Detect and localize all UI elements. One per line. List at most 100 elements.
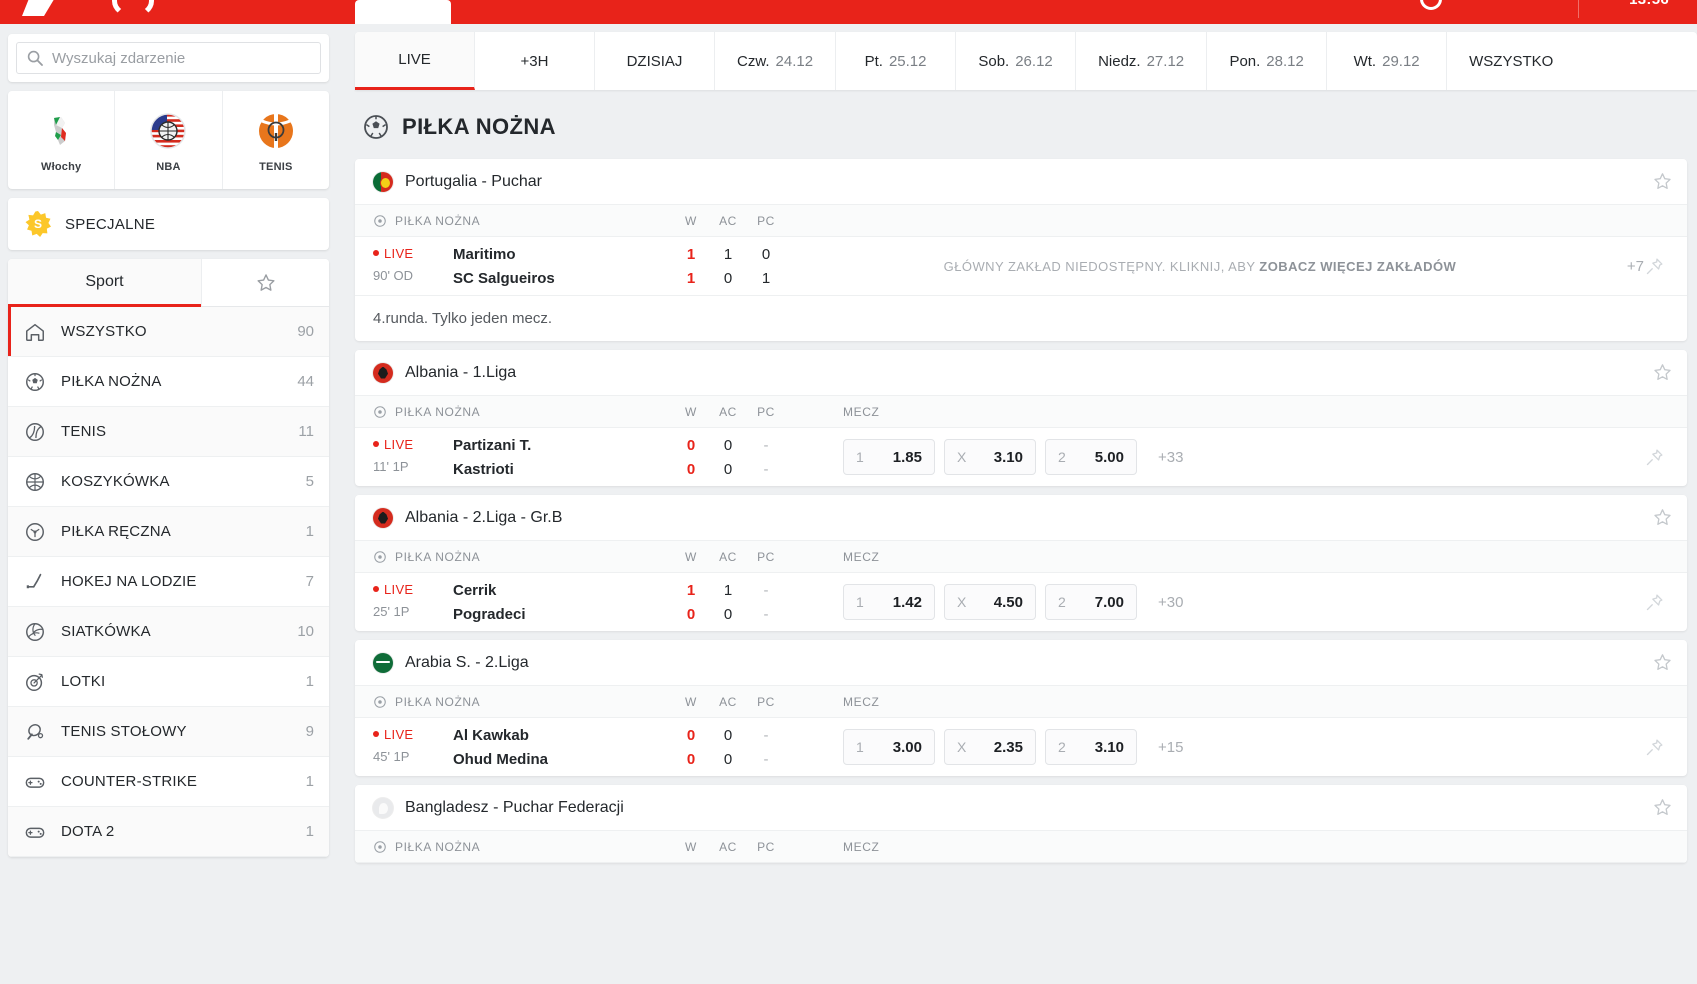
favourite-star-icon[interactable] xyxy=(1652,171,1673,192)
league-header[interactable]: Portugalia - Puchar xyxy=(355,159,1687,204)
page-title: PIŁKA NOŻNA xyxy=(402,114,556,139)
odd-key: X xyxy=(957,594,967,610)
market-unavailable-notice[interactable]: GŁÓWNY ZAKŁAD NIEDOSTĘPNY. KLIKNIJ, ABY … xyxy=(785,259,1615,274)
tab-pt-[interactable]: Pt. 25.12 xyxy=(836,32,957,90)
sidebar-item-counter-strike[interactable]: COUNTER-STRIKE 1 xyxy=(8,757,329,807)
league-block: Bangladesz - Puchar Federacji PIŁKA NOŻNA… xyxy=(355,785,1687,863)
sidebar-item-count: 1 xyxy=(305,523,314,540)
favourite-star-icon[interactable] xyxy=(1652,507,1673,528)
search-input[interactable] xyxy=(52,49,310,67)
match-row[interactable]: LIVE 11' 1P Partizani T. Kastrioti 0 0 0 0- -1 1.… xyxy=(355,428,1687,486)
odd-button[interactable]: 1 1.85 xyxy=(843,439,935,475)
sidebar-item-pi-ka-r-czna[interactable]: PIŁKA RĘCZNA 1 xyxy=(8,507,329,557)
odd-button[interactable]: X 3.10 xyxy=(944,439,1036,475)
more-markets-count[interactable]: +33 xyxy=(1158,449,1183,466)
odd-button[interactable]: X 2.35 xyxy=(944,729,1036,765)
odds-group: 1 1.42 X 4.50 2 7.00 +30 xyxy=(785,584,1183,620)
sidebar-item-dota-2[interactable]: DOTA 2 1 xyxy=(8,807,329,857)
volleyball-icon xyxy=(24,621,48,643)
league-header[interactable]: Arabia S. - 2.Liga xyxy=(355,640,1687,685)
team-names: Cerrik Pogradeci xyxy=(453,582,526,623)
tab-pon-[interactable]: Pon. 28.12 xyxy=(1207,32,1328,90)
quick-link-italy[interactable]: Włochy xyxy=(8,91,116,189)
sidebar-item-tenis-sto-owy[interactable]: TENIS STOŁOWY 9 xyxy=(8,707,329,757)
sidebar-tabs: Sport xyxy=(8,259,329,307)
tab-wszystko[interactable]: WSZYSTKO xyxy=(1447,32,1575,90)
sidebar-item-label: SIATKÓWKA xyxy=(61,623,151,640)
brand-logo-icon xyxy=(22,0,62,16)
column-pc: PC xyxy=(757,404,775,419)
sidebar-item-label: KOSZYKÓWKA xyxy=(61,473,170,490)
tab-czw-[interactable]: Czw. 24.12 xyxy=(715,32,837,90)
odd-button[interactable]: 2 7.00 xyxy=(1045,584,1137,620)
more-markets-count[interactable]: +15 xyxy=(1158,739,1183,756)
odds-group: 1 3.00 X 2.35 2 3.10 +15 xyxy=(785,729,1183,765)
odd-value: 7.00 xyxy=(1094,593,1124,611)
odd-button[interactable]: 2 3.10 xyxy=(1045,729,1137,765)
tab-sport[interactable]: Sport xyxy=(8,259,201,307)
sidebar-item-tenis[interactable]: TENIS 11 xyxy=(8,407,329,457)
sidebar-item-lotki[interactable]: LOTKI 1 xyxy=(8,657,329,707)
odd-button[interactable]: 1 1.42 xyxy=(843,584,935,620)
day-tab-label: +3H xyxy=(520,52,549,70)
pin-icon[interactable] xyxy=(1644,447,1665,468)
favourite-star-icon[interactable] xyxy=(1652,362,1673,383)
sidebar-item-hokej-na-lodzie[interactable]: HOKEJ NA LODZIE 7 xyxy=(8,557,329,607)
team-names: Partizani T. Kastrioti xyxy=(453,437,531,478)
live-badge: LIVE xyxy=(373,727,439,742)
notice-link[interactable]: ZOBACZ WIĘCEJ ZAKŁADÓW xyxy=(1259,259,1456,274)
search-box[interactable] xyxy=(16,42,321,74)
pin-icon[interactable] xyxy=(1644,256,1665,277)
odd-key: 1 xyxy=(856,449,864,465)
odd-button[interactable]: 2 5.00 xyxy=(1045,439,1137,475)
quick-link-tennis[interactable]: TENIS xyxy=(223,91,329,189)
odd-button[interactable]: 1 3.00 xyxy=(843,729,935,765)
column-sport: PIŁKA NOŻNA xyxy=(355,405,673,419)
tab-dzisiaj[interactable]: DZISIAJ xyxy=(595,32,715,90)
favourite-star-icon[interactable] xyxy=(1652,797,1673,818)
tab-live[interactable]: LIVE xyxy=(355,32,475,90)
sidebar-item-special[interactable]: S SPECJALNE xyxy=(8,198,329,250)
sidebar-item-koszyk-wka[interactable]: KOSZYKÓWKA 5 xyxy=(8,457,329,507)
sidebar-item-pi-ka-no-na[interactable]: PIŁKA NOŻNA 44 xyxy=(8,357,329,407)
odd-button[interactable]: X 4.50 xyxy=(944,584,1036,620)
tab-sob-[interactable]: Sob. 26.12 xyxy=(956,32,1077,90)
sidebar-item-siatk-wka[interactable]: SIATKÓWKA 10 xyxy=(8,607,329,657)
column-market: MECZ xyxy=(843,839,880,854)
pin-icon[interactable] xyxy=(1644,737,1665,758)
more-markets-count[interactable]: +30 xyxy=(1158,594,1183,611)
league-name: Albania - 2.Liga - Gr.B xyxy=(405,508,563,526)
tab-favourites[interactable] xyxy=(201,259,329,307)
match-row[interactable]: LIVE 45' 1P Al Kawkab Ohud Medina 0 0 0 0- -1 3.0… xyxy=(355,718,1687,776)
league-header[interactable]: Albania - 1.Liga xyxy=(355,350,1687,395)
quick-link-nba[interactable]: NBA xyxy=(115,91,223,189)
search-card xyxy=(8,34,329,82)
tab--3h[interactable]: +3H xyxy=(475,32,595,90)
column-w: W xyxy=(685,213,697,228)
tab-wt-[interactable]: Wt. 29.12 xyxy=(1327,32,1448,90)
row-actions xyxy=(1644,737,1687,758)
day-tab-label: WSZYSTKO xyxy=(1469,52,1554,70)
odd-value: 4.50 xyxy=(993,593,1023,611)
leagues-container: Portugalia - Puchar PIŁKA NOŻNA W AC PC LIVE 9… xyxy=(345,159,1697,863)
tab-niedz-[interactable]: Niedz. 27.12 xyxy=(1076,32,1208,90)
score-pc: -- xyxy=(763,436,769,478)
pin-icon[interactable] xyxy=(1644,592,1665,613)
match-row[interactable]: LIVE 90' OD Maritimo SC Salgueiros 1 1 1 0 0 1 GŁÓ… xyxy=(355,237,1687,295)
sidebar-item-count: 1 xyxy=(305,823,314,840)
sidebar-item-wszystko[interactable]: WSZYSTKO 90 xyxy=(8,307,329,357)
live-label: LIVE xyxy=(384,436,414,452)
column-market: MECZ xyxy=(843,694,880,709)
day-tab-date: 26.12 xyxy=(1015,52,1053,70)
match-row[interactable]: LIVE 25' 1P Cerrik Pogradeci 1 0 1 0- -1 1.42 X 4.5… xyxy=(355,573,1687,631)
away-team: Pogradeci xyxy=(453,605,526,623)
match-info: LIVE 11' 1P Partizani T. Kastrioti xyxy=(355,437,673,478)
user-account-icon[interactable] xyxy=(1420,0,1442,10)
score-w: 00 xyxy=(686,726,696,768)
score-pc: -- xyxy=(763,726,769,768)
favourite-star-icon[interactable] xyxy=(1652,652,1673,673)
league-header[interactable]: Albania - 2.Liga - Gr.B xyxy=(355,495,1687,540)
league-header[interactable]: Bangladesz - Puchar Federacji xyxy=(355,785,1687,830)
match-info: LIVE 90' OD Maritimo SC Salgueiros xyxy=(355,246,673,287)
more-markets-count[interactable]: +7 xyxy=(1627,258,1644,275)
